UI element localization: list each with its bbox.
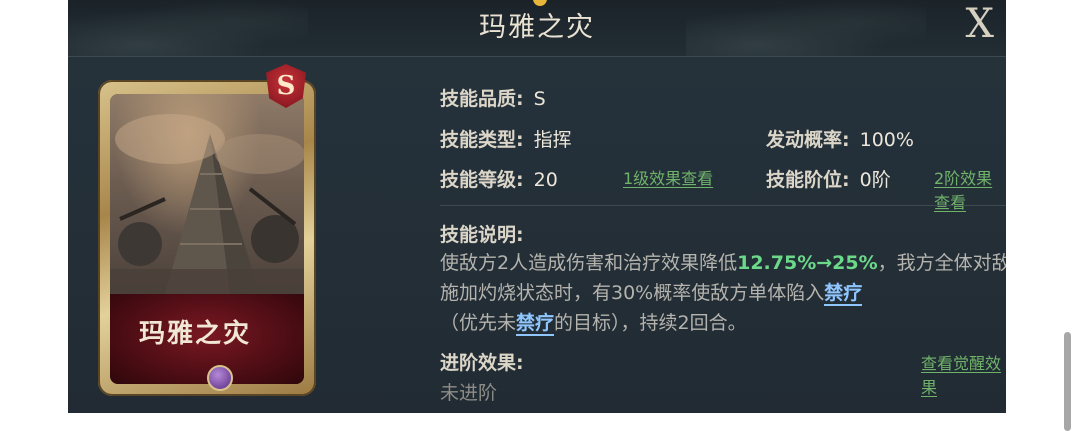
page-scrollbar[interactable] — [1064, 332, 1071, 431]
skill-quality-value: S — [533, 88, 546, 110]
advance-effect-value: 未进阶 — [440, 382, 498, 404]
advance-effect-label: 进阶效果: — [440, 352, 524, 374]
level1-effect-link[interactable]: 1级效果查看 — [623, 165, 713, 189]
card-gem-icon — [207, 365, 233, 391]
skill-description: 使敌方2人造成伤害和治疗效果降低12.75%→25%，我方全体对敌方施加灼烧状态… — [440, 248, 1006, 338]
desc-highlight-value: 12.75%→25% — [737, 252, 878, 274]
skill-rank-label: 技能阶位: — [766, 169, 850, 191]
trigger-rate-value: 100% — [859, 129, 914, 151]
desc-text-4: 的目标），持续2回合。 — [554, 312, 747, 334]
skill-level-row: 技能等级: 20 — [440, 165, 558, 192]
desc-text-3: （优先未 — [440, 312, 517, 334]
skill-quality-row: 技能品质: S — [440, 84, 546, 111]
trigger-rate-row: 发动概率: 100% — [766, 125, 914, 152]
skill-level-value: 20 — [533, 169, 558, 191]
skill-level-label: 技能等级: — [440, 169, 524, 191]
skill-type-label: 技能类型: — [440, 129, 524, 151]
panel-header: 玛雅之灾 X — [68, 0, 1006, 57]
keyword-heal-ban[interactable]: 禁疗 — [824, 282, 863, 306]
skill-card: 玛雅之灾 — [98, 80, 316, 396]
advance-effect-heading: 进阶效果: — [440, 348, 524, 375]
skill-type-row: 技能类型: 指挥 — [440, 125, 572, 152]
skill-card-artwork — [110, 94, 304, 294]
skill-type-value: 指挥 — [533, 129, 572, 151]
card-name: 玛雅之灾 — [138, 319, 251, 349]
trigger-rate-label: 发动概率: — [766, 129, 850, 151]
skill-quality-label: 技能品质: — [440, 88, 524, 110]
skill-rank-row: 技能阶位: 0阶 — [766, 165, 891, 192]
panel-title: 玛雅之灾 — [479, 12, 595, 43]
awaken-effect-link[interactable]: 查看觉醒效果 — [921, 350, 1006, 398]
close-button[interactable]: X — [966, 4, 994, 44]
keyword-heal-ban-2[interactable]: 禁疗 — [516, 312, 555, 336]
desc-text-1: 使敌方2人造成伤害和治疗效果降低 — [440, 252, 738, 274]
skill-desc-label: 技能说明: — [440, 224, 524, 246]
section-divider — [440, 205, 1006, 206]
skill-rank-value: 0阶 — [859, 169, 891, 191]
skill-detail-panel: 玛雅之灾 X 玛雅之灾 S 技能品质: S 技能类型: 指挥 发动概率: 100… — [68, 0, 1006, 413]
skill-desc-heading: 技能说明: — [440, 220, 524, 247]
